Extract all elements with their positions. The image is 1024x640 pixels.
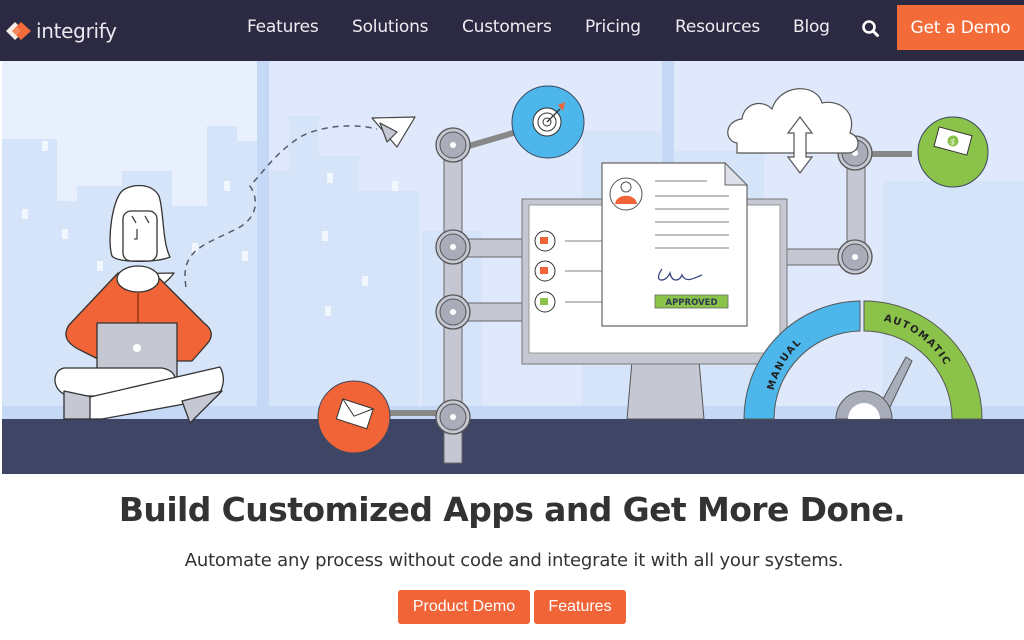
- floor: [2, 419, 1024, 474]
- cta-button-group: Product Demo Features: [0, 590, 1024, 624]
- product-demo-button[interactable]: Product Demo: [398, 590, 530, 624]
- document-icon: APPROVED: [601, 161, 749, 327]
- top-navbar: integrify Features Solutions Customers P…: [0, 0, 1024, 61]
- nav-item-solutions[interactable]: Solutions: [352, 17, 429, 37]
- features-button[interactable]: Features: [534, 590, 626, 624]
- page-subheadline: Automate any process without code and in…: [184, 550, 844, 571]
- target-icon: [511, 85, 585, 159]
- money-icon: $: [917, 116, 989, 188]
- nav-item-pricing[interactable]: Pricing: [585, 17, 641, 37]
- envelope-icon: [317, 380, 391, 454]
- nav-item-resources[interactable]: Resources: [675, 17, 760, 37]
- page-headline: Build Customized Apps and Get More Done.: [118, 490, 906, 529]
- approved-stamp: APPROVED: [665, 298, 717, 308]
- search-icon: [862, 20, 879, 37]
- hero-illustration: $ APPROVED MANUAL AUTOMATIC: [2, 61, 1024, 474]
- nav-item-features[interactable]: Features: [247, 17, 319, 37]
- search-button[interactable]: [860, 18, 882, 40]
- get-a-demo-button[interactable]: Get a Demo: [897, 5, 1024, 50]
- nav-item-blog[interactable]: Blog: [793, 17, 830, 37]
- nav-item-customers[interactable]: Customers: [462, 17, 552, 37]
